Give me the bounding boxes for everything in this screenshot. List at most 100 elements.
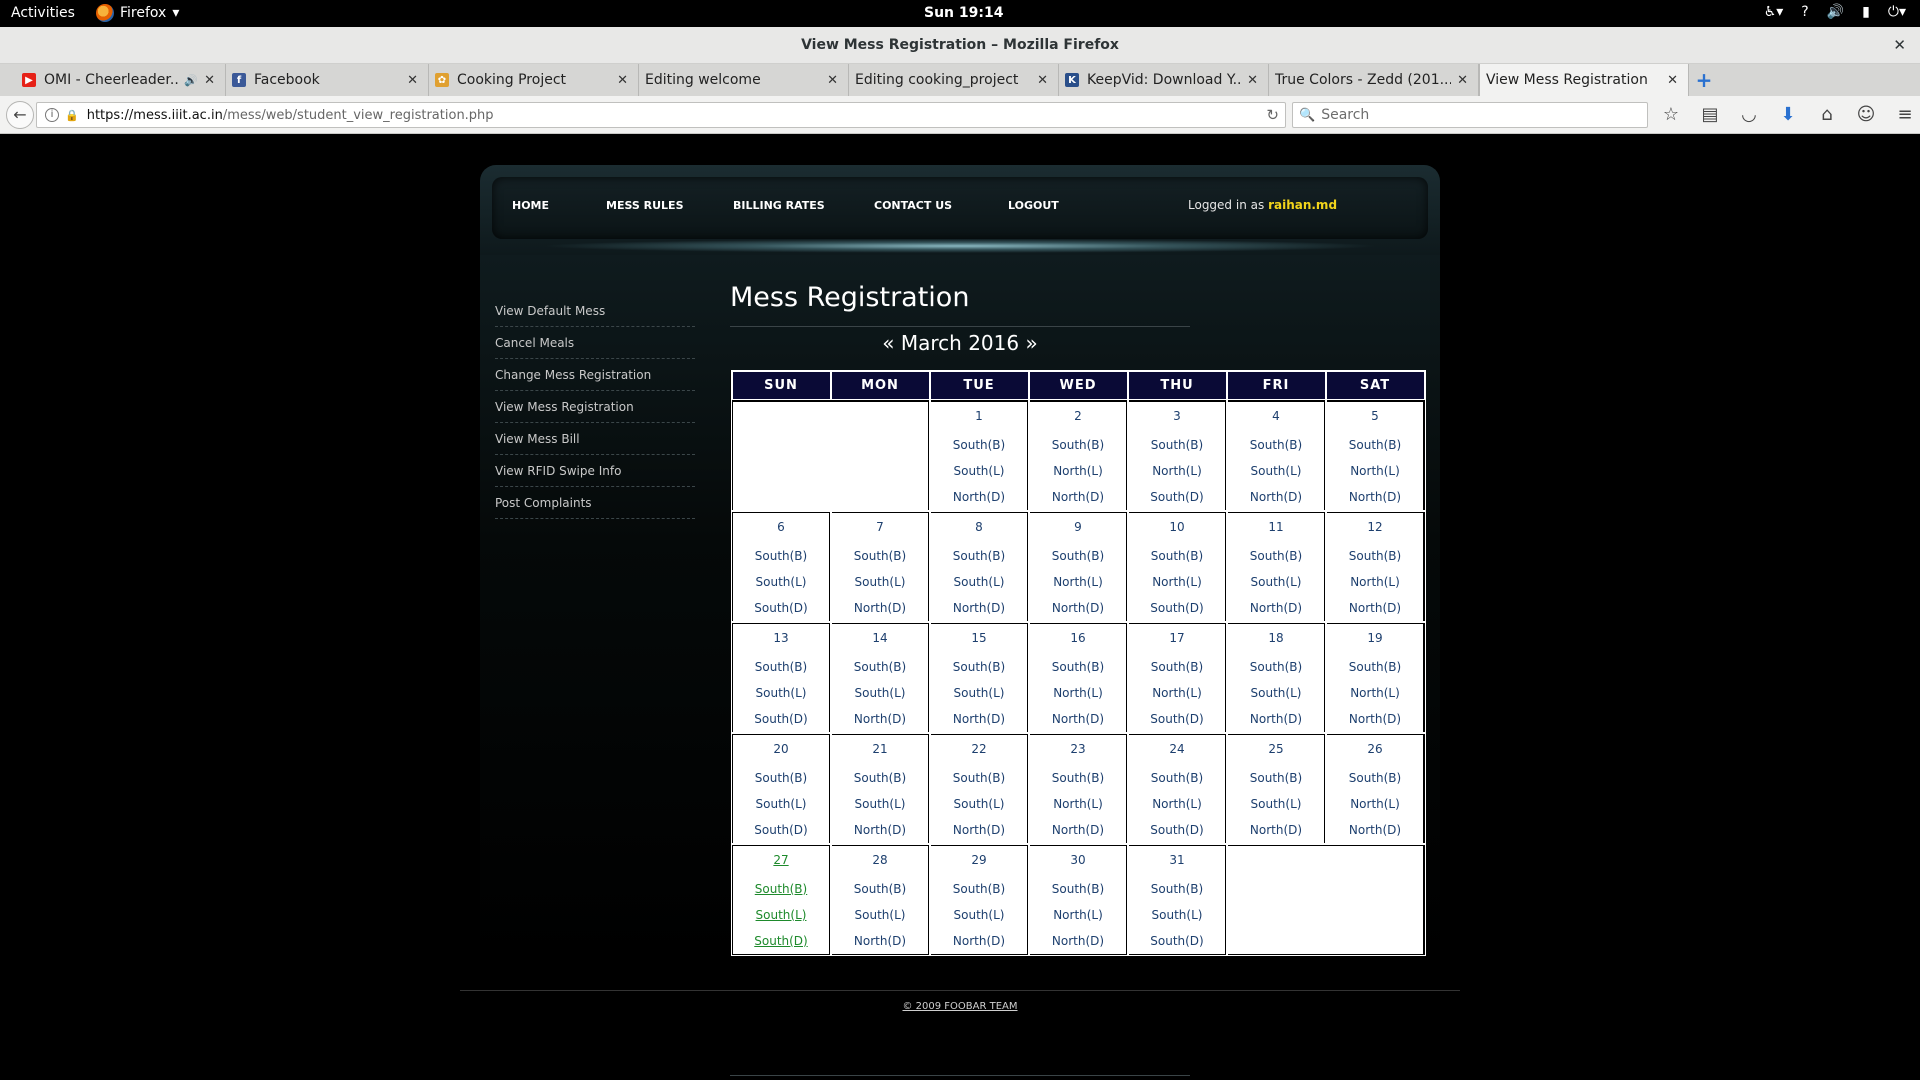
- day-number-link[interactable]: 5: [1327, 406, 1423, 432]
- meal-registration-link[interactable]: North(D): [1030, 928, 1126, 954]
- meal-registration-link[interactable]: North(L): [1030, 680, 1126, 706]
- meal-registration-link[interactable]: South(L): [832, 902, 928, 928]
- meal-registration-link[interactable]: North(D): [1327, 595, 1423, 621]
- meal-registration-link[interactable]: North(L): [1129, 458, 1225, 484]
- url-bar[interactable]: i 🔒 https://mess.iiit.ac.in/mess/web/stu…: [36, 102, 1286, 128]
- meal-registration-link[interactable]: South(B): [931, 765, 1027, 791]
- meal-registration-link[interactable]: South(B): [1327, 432, 1423, 458]
- sidebar-item-view-rfid-swipe-info[interactable]: View RFID Swipe Info: [495, 455, 695, 487]
- meal-registration-link[interactable]: North(L): [1030, 791, 1126, 817]
- meal-registration-link[interactable]: North(D): [832, 817, 928, 843]
- day-number-link[interactable]: 4: [1228, 406, 1324, 432]
- tab-editing-cooking-project[interactable]: Editing cooking_project ✕: [849, 64, 1059, 96]
- day-number-link[interactable]: 23: [1030, 739, 1126, 765]
- day-number-link[interactable]: 30: [1030, 850, 1126, 876]
- meal-registration-link[interactable]: North(D): [832, 928, 928, 954]
- meal-registration-link[interactable]: South(B): [1327, 765, 1423, 791]
- meal-registration-link[interactable]: South(B): [1228, 654, 1324, 680]
- pocket-icon[interactable]: ◡: [1738, 104, 1760, 125]
- menu-contact-us[interactable]: CONTACT US: [874, 199, 952, 212]
- tab-close-icon[interactable]: ✕: [1457, 73, 1468, 88]
- meal-registration-link[interactable]: South(B): [832, 876, 928, 902]
- day-number-link[interactable]: 9: [1030, 517, 1126, 543]
- day-number-link[interactable]: 22: [931, 739, 1027, 765]
- meal-registration-link[interactable]: South(D): [1129, 484, 1225, 510]
- meal-registration-link[interactable]: South(B): [733, 876, 829, 902]
- month-navigation[interactable]: « March 2016 »: [730, 327, 1190, 359]
- tab-close-icon[interactable]: ✕: [1667, 73, 1678, 88]
- sidebar-item-view-mess-bill[interactable]: View Mess Bill: [495, 423, 695, 455]
- meal-registration-link[interactable]: South(B): [832, 543, 928, 569]
- meal-registration-link[interactable]: North(L): [1030, 458, 1126, 484]
- meal-registration-link[interactable]: South(L): [733, 569, 829, 595]
- day-number-link[interactable]: 21: [832, 739, 928, 765]
- day-number-link[interactable]: 20: [733, 739, 829, 765]
- meal-registration-link[interactable]: South(L): [733, 791, 829, 817]
- window-close-icon[interactable]: ✕: [1893, 27, 1906, 64]
- meal-registration-link[interactable]: South(B): [733, 654, 829, 680]
- reload-icon[interactable]: ↻: [1266, 106, 1279, 124]
- hamburger-menu-icon[interactable]: ≡: [1894, 104, 1916, 125]
- meal-registration-link[interactable]: South(B): [733, 543, 829, 569]
- meal-registration-link[interactable]: South(D): [733, 706, 829, 732]
- power-menu-icon[interactable]: ⏻▾: [1888, 4, 1906, 20]
- day-number-link[interactable]: 3: [1129, 406, 1225, 432]
- speaker-icon[interactable]: 🔊: [184, 74, 198, 87]
- tab-editing-welcome[interactable]: Editing welcome ✕: [639, 64, 849, 96]
- meal-registration-link[interactable]: North(D): [1327, 706, 1423, 732]
- meal-registration-link[interactable]: North(D): [1228, 484, 1324, 510]
- meal-registration-link[interactable]: South(B): [1129, 432, 1225, 458]
- meal-registration-link[interactable]: North(D): [931, 928, 1027, 954]
- system-tray[interactable]: ♿▾ ? 🔊 ▮ ⏻▾: [1764, 4, 1906, 20]
- meal-registration-link[interactable]: South(L): [931, 458, 1027, 484]
- meal-registration-link[interactable]: South(D): [1129, 817, 1225, 843]
- meal-registration-link[interactable]: South(L): [832, 569, 928, 595]
- menu-billing-rates[interactable]: BILLING RATES: [733, 199, 825, 212]
- app-menu[interactable]: Firefox ▾: [96, 4, 179, 22]
- day-number-link[interactable]: 26: [1327, 739, 1423, 765]
- meal-registration-link[interactable]: South(L): [1228, 680, 1324, 706]
- meal-registration-link[interactable]: South(B): [1030, 654, 1126, 680]
- meal-registration-link[interactable]: North(L): [1030, 902, 1126, 928]
- tab-keepvid[interactable]: K KeepVid: Download Y... ✕: [1059, 64, 1269, 96]
- meal-registration-link[interactable]: North(D): [1030, 817, 1126, 843]
- day-number-link[interactable]: 6: [733, 517, 829, 543]
- day-number-link[interactable]: 2: [1030, 406, 1126, 432]
- meal-registration-link[interactable]: North(L): [1129, 569, 1225, 595]
- tab-facebook[interactable]: f Facebook ✕: [226, 64, 429, 96]
- meal-registration-link[interactable]: North(L): [1327, 791, 1423, 817]
- day-number-link[interactable]: 13: [733, 628, 829, 654]
- meal-registration-link[interactable]: South(B): [1327, 543, 1423, 569]
- meal-registration-link[interactable]: South(L): [931, 902, 1027, 928]
- meal-registration-link[interactable]: North(D): [1228, 706, 1324, 732]
- search-input[interactable]: 🔍 Search: [1292, 102, 1648, 128]
- meal-registration-link[interactable]: South(B): [1129, 543, 1225, 569]
- sidebar-item-post-complaints[interactable]: Post Complaints: [495, 487, 695, 519]
- info-icon[interactable]: i: [45, 108, 59, 122]
- meal-registration-link[interactable]: South(B): [1030, 543, 1126, 569]
- meal-registration-link[interactable]: South(L): [931, 680, 1027, 706]
- sidebar-item-cancel-meals[interactable]: Cancel Meals: [495, 327, 695, 359]
- day-number-link[interactable]: 12: [1327, 517, 1423, 543]
- day-number-link[interactable]: 28: [832, 850, 928, 876]
- meal-registration-link[interactable]: South(L): [1228, 569, 1324, 595]
- tab-close-icon[interactable]: ✕: [1247, 73, 1258, 88]
- day-number-link[interactable]: 31: [1129, 850, 1225, 876]
- meal-registration-link[interactable]: North(D): [1030, 484, 1126, 510]
- meal-registration-link[interactable]: South(B): [1129, 876, 1225, 902]
- meal-registration-link[interactable]: South(D): [1129, 595, 1225, 621]
- day-number-link[interactable]: 1: [931, 406, 1027, 432]
- meal-registration-link[interactable]: South(B): [1129, 765, 1225, 791]
- meal-registration-link[interactable]: North(D): [931, 484, 1027, 510]
- day-number-link[interactable]: 27: [733, 850, 829, 876]
- meal-registration-link[interactable]: South(D): [733, 817, 829, 843]
- meal-registration-link[interactable]: South(L): [832, 791, 928, 817]
- accessibility-icon[interactable]: ♿▾: [1764, 4, 1784, 20]
- meal-registration-link[interactable]: North(D): [1030, 595, 1126, 621]
- activities-button[interactable]: Activities: [11, 5, 75, 21]
- meal-registration-link[interactable]: South(L): [1228, 791, 1324, 817]
- meal-registration-link[interactable]: South(B): [931, 876, 1027, 902]
- home-icon[interactable]: ⌂: [1816, 104, 1838, 125]
- meal-registration-link[interactable]: North(L): [1129, 791, 1225, 817]
- meal-registration-link[interactable]: North(D): [1327, 484, 1423, 510]
